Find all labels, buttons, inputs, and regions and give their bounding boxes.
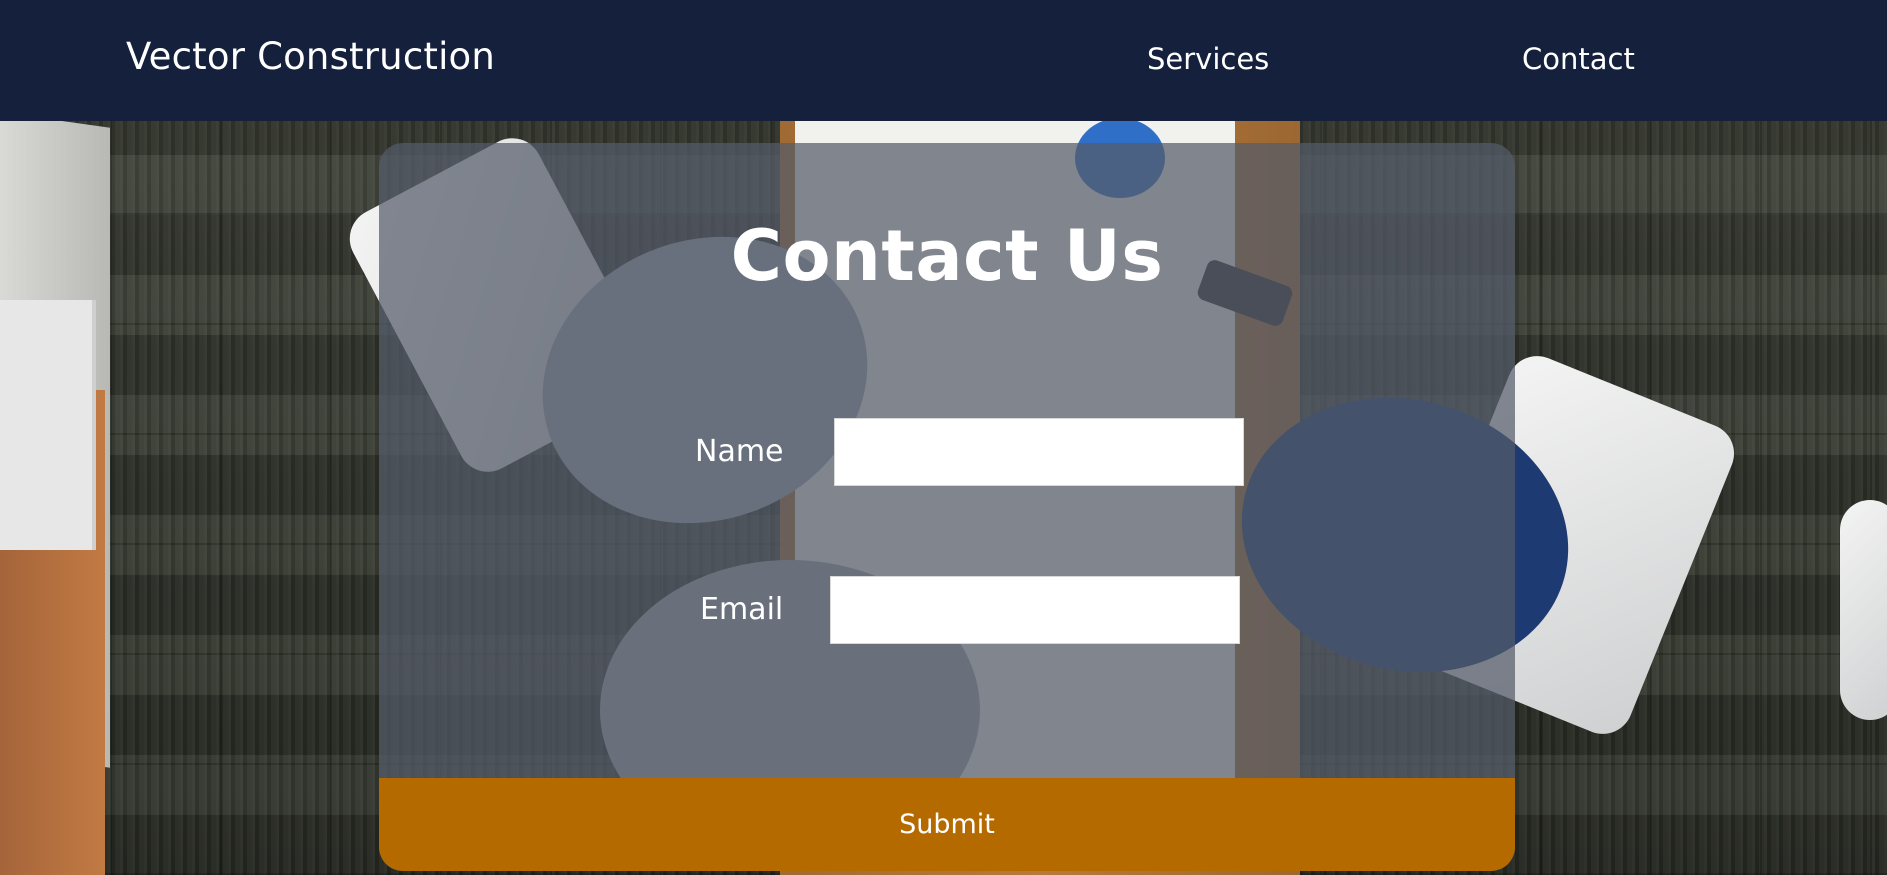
name-input[interactable]: [834, 418, 1244, 486]
email-input[interactable]: [830, 576, 1240, 644]
submit-button[interactable]: Submit: [379, 778, 1515, 871]
navbar: Vector Construction Services Contact: [0, 0, 1887, 121]
brand-logo-text[interactable]: Vector Construction: [126, 35, 495, 78]
nav-link-services[interactable]: Services: [1147, 42, 1269, 76]
office-chair: [1840, 500, 1887, 720]
name-label: Name: [695, 434, 784, 469]
binder: [0, 300, 96, 550]
nav-link-contact[interactable]: Contact: [1522, 42, 1635, 76]
page-title: Contact Us: [730, 215, 1164, 297]
email-label: Email: [700, 592, 784, 627]
contact-form-card: Contact Us Name Email Submit: [379, 143, 1515, 871]
